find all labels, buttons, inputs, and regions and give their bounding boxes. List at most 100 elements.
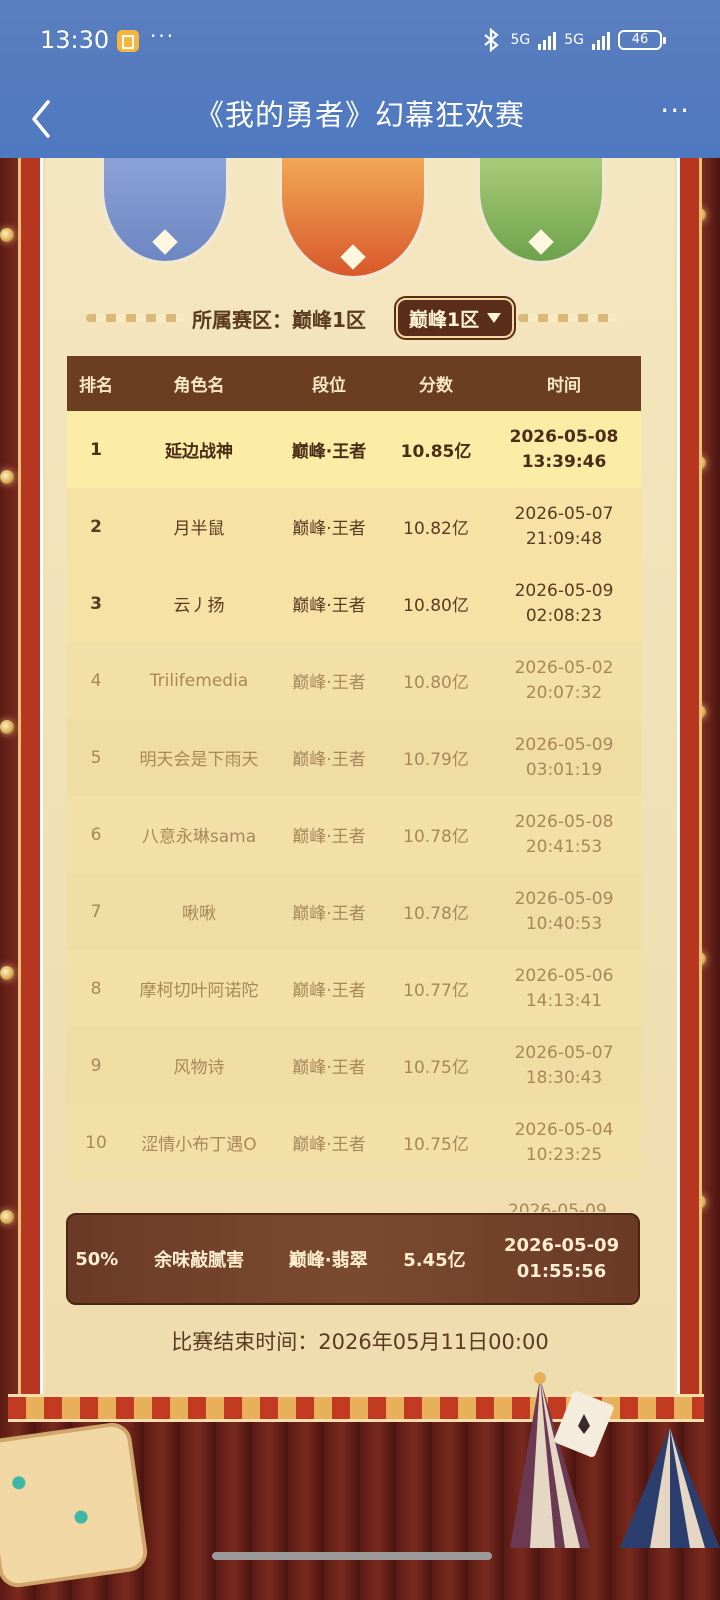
ornament-divider [518, 314, 618, 322]
rank-cell: 4 [90, 670, 102, 691]
status-right-group: 5G 5G 46 [480, 28, 666, 52]
my-time: 2026-05-09 01:55:56 [485, 1233, 638, 1285]
date-text: 2026-05-02 [514, 657, 614, 678]
date-text: 2026-05-04 [514, 1119, 614, 1140]
back-arrow-icon[interactable] [22, 92, 62, 142]
more-options-button[interactable]: ··· [660, 94, 690, 127]
time-cell: 2026-05-04 10:23:25 [487, 1118, 641, 1168]
name-cell: 明天会是下雨天 [139, 750, 259, 770]
sparkle-icon [528, 229, 554, 255]
table-row: 6 八意永琳sama 巅峰·王者 10.78亿 2026-05-08 20:41:53 [67, 796, 641, 873]
score-cell: 10.80亿 [403, 596, 469, 616]
table-row: 8 摩柯切叶阿诺陀 巅峰·王者 10.77亿 2026-05-06 14:13:41 [67, 950, 641, 1027]
date-text: 2026-05-09 [514, 734, 614, 755]
status-more-dots: ··· [150, 24, 176, 48]
header-score: 分数 [419, 376, 453, 396]
clock-text: 21:09:48 [525, 528, 603, 549]
light-bulb [0, 1210, 14, 1224]
table-row: 3 云丿扬 巅峰·王者 10.80亿 2026-05-09 02:08:23 [67, 565, 641, 642]
time-cell: 2026-05-07 21:09:48 [487, 502, 641, 552]
header-tier: 段位 [312, 376, 346, 396]
table-row: 10 涩情小布丁遇O 巅峰·王者 10.75亿 2026-05-04 10:23:25 [67, 1104, 641, 1181]
name-cell: 月半鼠 [173, 519, 225, 539]
tier-cell: 巅峰·王者 [292, 981, 366, 1001]
score-cell: 10.82亿 [403, 519, 469, 539]
signal-icon [592, 30, 610, 50]
clock-text: 20:41:53 [525, 836, 603, 857]
my-score: 5.45亿 [403, 1250, 466, 1271]
home-indicator[interactable] [212, 1552, 492, 1560]
score-cell: 10.77亿 [403, 981, 469, 1001]
my-clock: 01:55:56 [516, 1261, 607, 1282]
nav-bar: 《我的勇者》幻幕狂欢赛 ··· [0, 82, 720, 158]
sparkle-icon [340, 244, 366, 270]
circus-tent-icon [510, 1372, 720, 1548]
time-cell: 2026-05-07 18:30:43 [487, 1041, 641, 1091]
rank-cell: 3 [90, 593, 102, 614]
name-cell: 八意永琳sama [141, 827, 257, 847]
date-text: 2026-05-09 [514, 888, 614, 909]
ornament-divider [86, 314, 186, 322]
region-dropdown-value: 巅峰1区 [408, 308, 480, 331]
my-tier: 巅峰·翡翠 [288, 1250, 368, 1271]
tier-cell: 巅峰·王者 [292, 904, 366, 924]
tier-cell: 巅峰·王者 [292, 519, 366, 539]
region-dropdown[interactable]: 巅峰1区 [396, 298, 514, 338]
date-text: 2026-05-09 [514, 580, 614, 601]
name-cell: 摩柯切叶阿诺陀 [139, 981, 259, 1001]
score-cell: 10.75亿 [403, 1135, 469, 1155]
region-label: 所属赛区：巅峰1区 [192, 308, 366, 332]
battery-icon: 46 [618, 30, 666, 50]
name-cell: 云丿扬 [173, 596, 225, 616]
name-cell: 延边战神 [165, 442, 233, 462]
header-rank: 排名 [79, 376, 113, 396]
date-text: 2026-05-07 [514, 1042, 614, 1063]
time-cell: 2026-05-09 03:01:19 [487, 733, 641, 783]
table-header: 排名 角色名 段位 分数 时间 [67, 356, 641, 411]
rank-cell: 9 [90, 1055, 102, 1076]
bluetooth-icon [484, 28, 500, 52]
name-cell: 风物诗 [173, 1058, 225, 1078]
my-rank: 50% [75, 1248, 119, 1270]
header-time: 时间 [547, 376, 581, 396]
clock-text: 10:40:53 [525, 913, 603, 934]
score-cell: 10.79亿 [403, 750, 469, 770]
table-body: 1 延边战神 巅峰·王者 10.85亿 2026-05-08 13:39:46 2 月半鼠 巅峰… [67, 411, 641, 1181]
clock-text: 14:13:41 [525, 990, 603, 1011]
table-row: 4 Trilifemedia 巅峰·王者 10.80亿 2026-05-02 20:07:… [67, 642, 641, 719]
network-type-1: 5G [510, 32, 531, 48]
time-cell: 2026-05-02 20:07:32 [487, 656, 641, 706]
my-date: 2026-05-09 [503, 1235, 620, 1256]
rank-cell: 7 [90, 901, 102, 922]
rank-cell: 5 [90, 747, 102, 768]
light-bulb [0, 470, 14, 484]
my-name: 余味敲腻害 [154, 1250, 245, 1271]
rank-cell: 2 [90, 516, 102, 537]
score-cell: 10.85亿 [400, 442, 472, 462]
contest-end-time: 比赛结束时间：2026年05月11日00:00 [171, 1330, 549, 1354]
score-cell: 10.75亿 [403, 1058, 469, 1078]
rank-cell: 6 [90, 824, 102, 845]
page-title: 《我的勇者》幻幕狂欢赛 [194, 98, 525, 132]
name-cell: 涩情小布丁遇O [141, 1135, 257, 1155]
time-cell: 2026-05-09 10:40:53 [487, 887, 641, 937]
table-row: 1 延边战神 巅峰·王者 10.85亿 2026-05-08 13:39:46 [67, 411, 641, 488]
caret-down-icon [487, 313, 502, 323]
table-row: 2 月半鼠 巅峰·王者 10.82亿 2026-05-07 21:09:48 [67, 488, 641, 565]
clock-text: 20:07:32 [525, 682, 603, 703]
region-selector-bar: 所属赛区：巅峰1区 巅峰1区 [86, 296, 626, 340]
status-bar: 13:30 ··· 5G 5G 46 [0, 0, 720, 82]
rank-cell: 8 [90, 978, 102, 999]
tier-cell: 巅峰·王者 [292, 1058, 366, 1078]
drum-decoration [0, 1420, 150, 1590]
clock-text: 10:23:25 [525, 1144, 603, 1165]
score-cell: 10.78亿 [403, 827, 469, 847]
app-header: 13:30 ··· 5G 5G 46 《我的勇者》幻幕狂欢赛 ··· [0, 0, 720, 158]
network-type-2: 5G [564, 32, 584, 48]
table-row: 7 啾啾 巅峰·王者 10.78亿 2026-05-09 10:40:53 [67, 873, 641, 950]
leaderboard-table: 排名 角色名 段位 分数 时间 1 延边战神 巅峰·王者 10.85亿 2026-05-… [67, 356, 641, 1181]
score-cell: 10.80亿 [403, 673, 469, 693]
time-cell: 2026-05-08 20:41:53 [487, 810, 641, 860]
clock-text: 18:30:43 [525, 1067, 603, 1088]
notification-app-icon [117, 30, 139, 52]
